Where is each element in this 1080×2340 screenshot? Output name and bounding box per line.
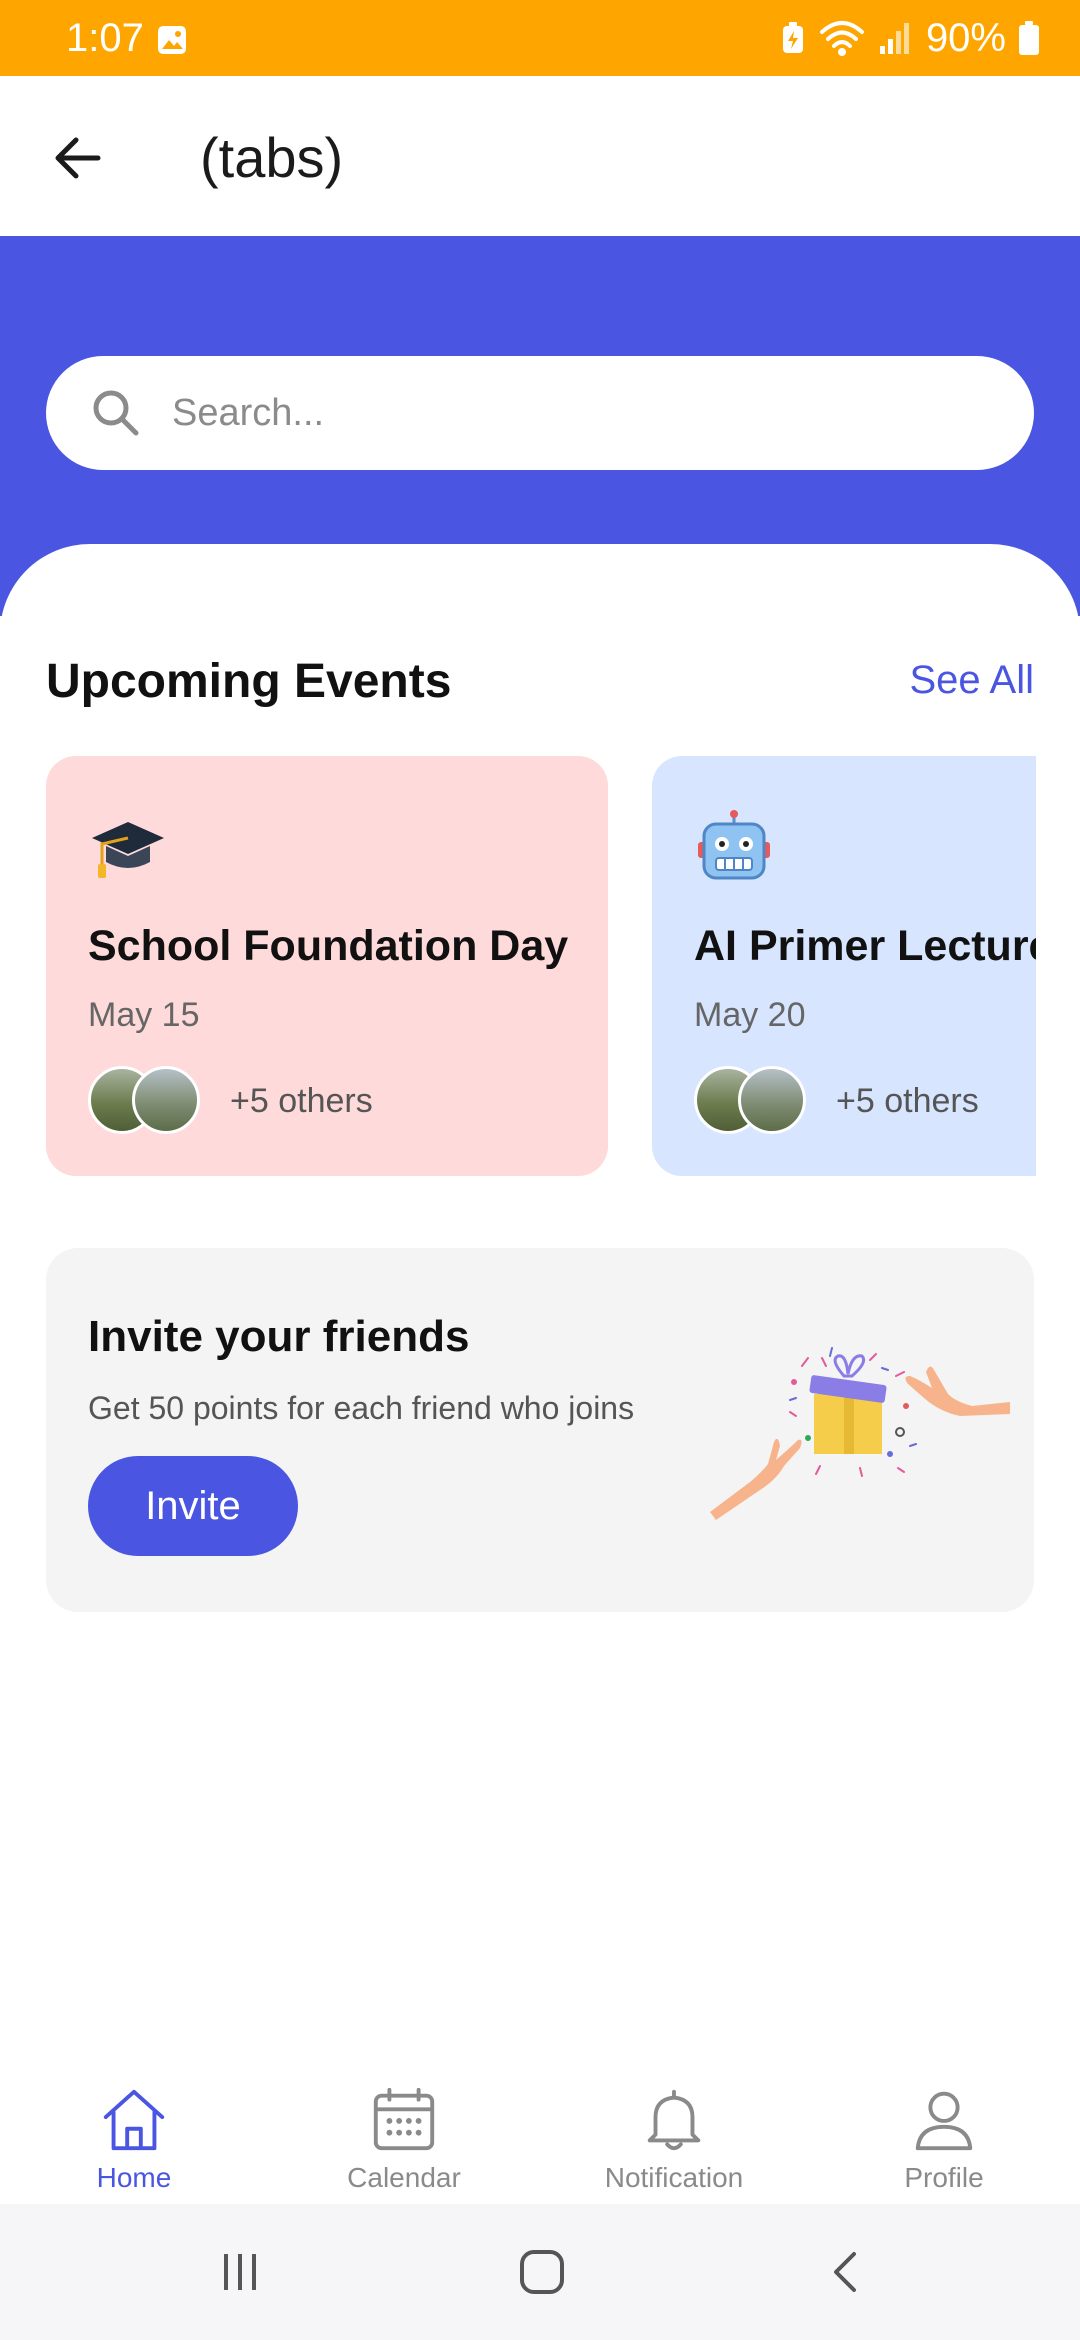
event-date: May 15 xyxy=(88,996,200,1034)
gallery-icon xyxy=(158,26,186,54)
home-square-icon xyxy=(520,2250,564,2294)
nav-notification[interactable]: Notification xyxy=(574,2084,774,2194)
nav-label-notification: Notification xyxy=(604,2162,744,2193)
chevron-left-icon xyxy=(834,2252,856,2292)
attendee-avatars xyxy=(694,1066,814,1136)
attendee-avatars xyxy=(88,1066,208,1136)
invite-title: Invite your friends xyxy=(88,1312,470,1361)
nav-label-profile: Profile xyxy=(904,2162,984,2193)
event-date: May 20 xyxy=(694,996,806,1034)
wifi-icon xyxy=(819,21,864,56)
robot-icon xyxy=(698,810,770,880)
attendees-count: +5 others xyxy=(836,1082,979,1120)
home-system-button[interactable] xyxy=(510,2240,574,2304)
search-icon xyxy=(93,390,139,436)
nav-profile[interactable]: Profile xyxy=(844,2084,1044,2194)
status-indicators: 90% xyxy=(780,16,1040,60)
back-system-button[interactable] xyxy=(814,2240,878,2304)
arrow-left-icon xyxy=(55,137,101,179)
search-input[interactable] xyxy=(172,391,972,435)
graduation-cap-icon xyxy=(92,822,164,878)
attendees-count: +5 others xyxy=(230,1082,373,1120)
status-time: 1:07 xyxy=(66,16,144,60)
recent-apps-icon xyxy=(224,2254,256,2290)
avatar xyxy=(132,1066,200,1134)
search-bar[interactable] xyxy=(46,356,1034,470)
event-card-ai-primer-lecture[interactable]: AI Primer Lecture May 20 +5 others xyxy=(652,756,1036,1176)
page-title: (tabs) xyxy=(200,126,344,189)
see-all-link[interactable]: See All xyxy=(909,658,1034,703)
upcoming-events-title: Upcoming Events xyxy=(46,655,452,708)
gift-illustration xyxy=(710,1347,1010,1520)
nav-label-calendar: Calendar xyxy=(347,2162,461,2193)
avatar xyxy=(738,1066,806,1134)
recent-apps-button[interactable] xyxy=(208,2240,272,2304)
signal-icon xyxy=(879,23,909,54)
bottom-navigation: Home Calendar Notification Profile xyxy=(0,2054,1080,2204)
nav-home[interactable]: Home xyxy=(34,2084,234,2194)
nav-calendar[interactable]: Calendar xyxy=(304,2084,504,2194)
status-bar: 1:07 90% xyxy=(0,0,1080,76)
back-button[interactable] xyxy=(40,120,116,196)
user-icon xyxy=(915,2091,973,2151)
battery-icon xyxy=(1019,21,1039,55)
nav-label-home: Home xyxy=(96,2162,172,2193)
events-carousel[interactable]: School Foundation Day May 15 +5 others A… xyxy=(0,756,1036,1180)
invite-subtitle: Get 50 points for each friend who joins xyxy=(88,1390,635,1426)
calendar-icon xyxy=(373,2087,435,2151)
invite-friends-card: Invite your friends Get 50 points for ea… xyxy=(46,1248,1034,1612)
battery-percentage: 90% xyxy=(925,16,1006,60)
system-navigation-bar xyxy=(0,2204,1080,2340)
home-icon xyxy=(103,2089,165,2151)
battery-saver-icon xyxy=(782,22,803,53)
event-card-school-foundation-day[interactable]: School Foundation Day May 15 +5 others xyxy=(46,756,608,1176)
event-title: School Foundation Day xyxy=(88,922,569,970)
invite-button[interactable]: Invite xyxy=(88,1456,298,1556)
content-sheet: Upcoming Events See All School Foundatio… xyxy=(0,544,1080,2054)
app-bar: (tabs) xyxy=(0,76,1080,236)
event-title: AI Primer Lecture xyxy=(694,922,1036,970)
bell-icon xyxy=(647,2089,701,2151)
